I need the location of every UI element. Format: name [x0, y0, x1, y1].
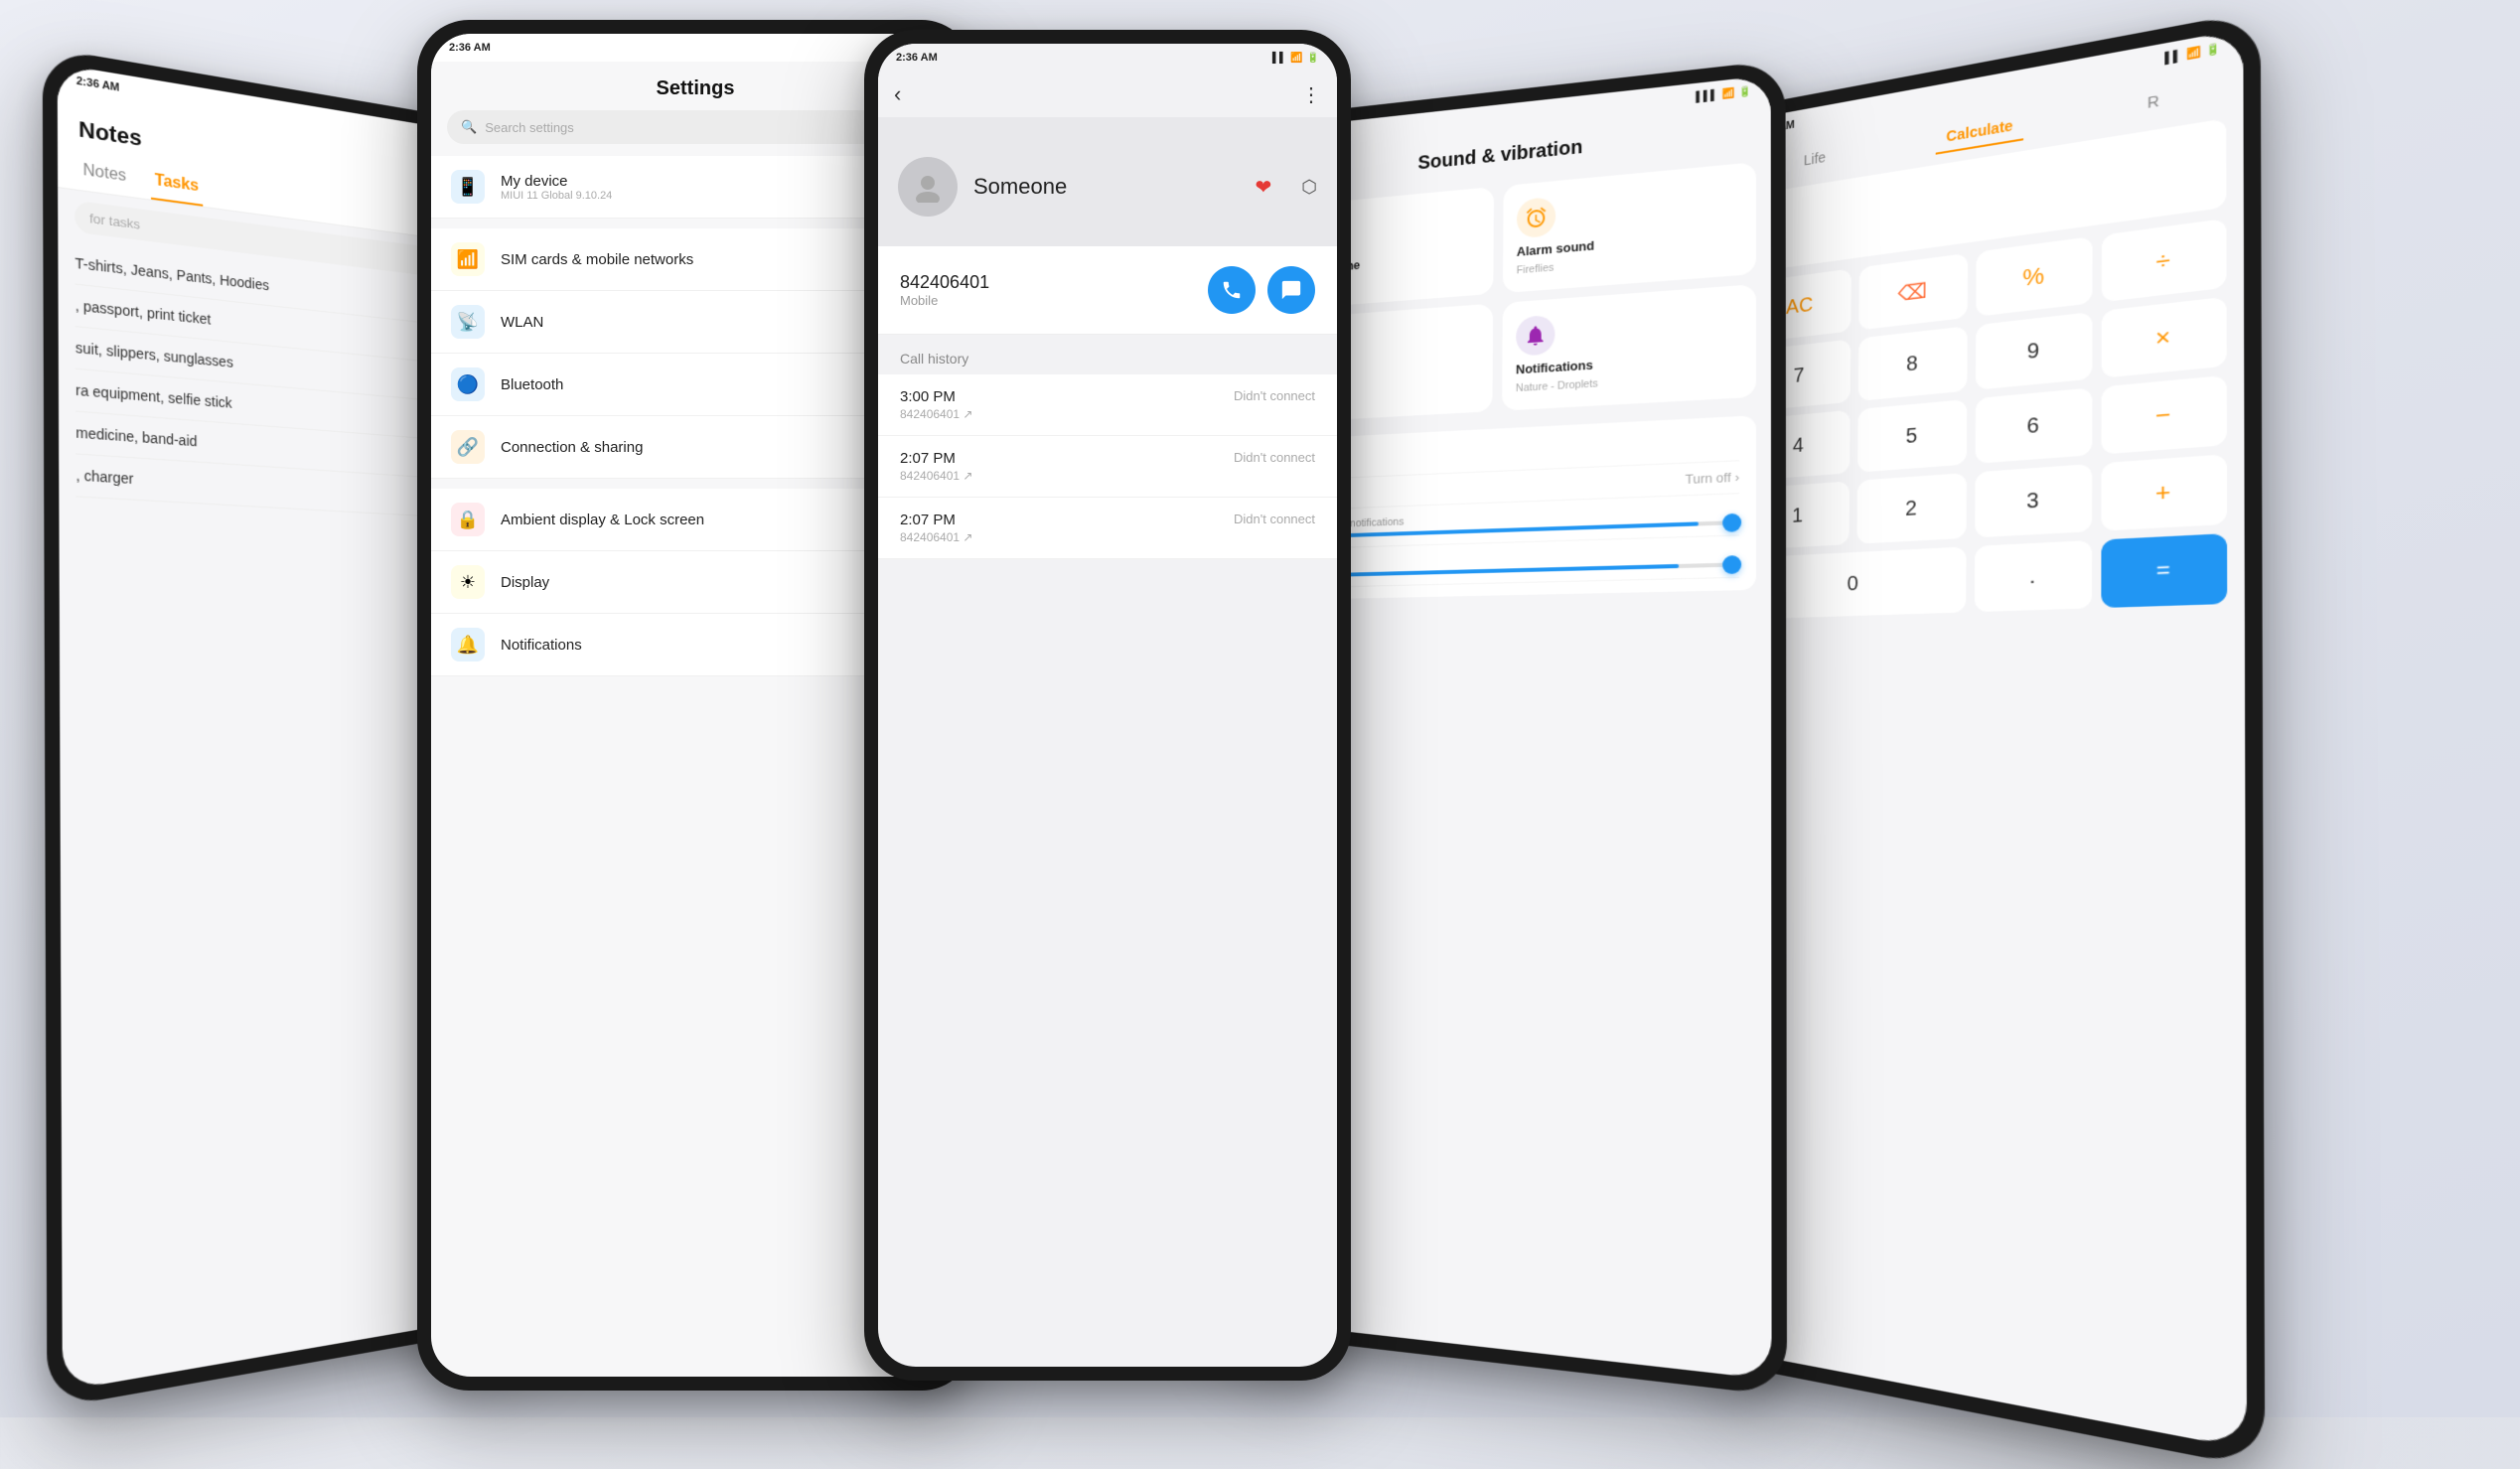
- call-history-item[interactable]: Didn't connect 2:07 PM 842406401 ↗: [878, 498, 1337, 559]
- call-num-1: 842406401 ↗: [900, 407, 1315, 421]
- mydevice-sub: MIUI 11 Global 9.10.24: [501, 190, 612, 202]
- alarm-icon: [1517, 197, 1556, 239]
- tab-r[interactable]: R: [2136, 83, 2171, 122]
- calc-percent[interactable]: %: [1976, 236, 2092, 317]
- call-action-buttons: [1208, 266, 1315, 314]
- phone-call-screen: 2:36 AM ▌▌ 📶 🔋 ‹ ⋮ Someone ❤ ⬡: [878, 44, 1337, 1367]
- signal-icon: ▌▌: [2164, 50, 2181, 65]
- time-call: 2:36 AM: [896, 52, 938, 64]
- bluetooth-label: Bluetooth: [501, 376, 563, 393]
- wlan-icon: 📡: [451, 305, 485, 339]
- call-history-item[interactable]: Didn't connect 3:00 PM 842406401 ↗: [878, 374, 1337, 436]
- wlan-label: WLAN: [501, 314, 543, 331]
- display-label: Display: [501, 574, 549, 591]
- call-contact-area: Someone ❤ ⬡: [878, 117, 1337, 246]
- connection-icon: 🔗: [451, 430, 485, 464]
- connection-label: Connection & sharing: [501, 439, 643, 456]
- calc-buttons: AC ⌫ % ÷ 7 8 9 × 4 5 6 − 1 2 3 + 0 . =: [1732, 217, 2245, 634]
- calc-multiply[interactable]: ×: [2102, 297, 2227, 378]
- calc-8[interactable]: 8: [1858, 326, 1968, 401]
- calc-equals[interactable]: =: [2101, 533, 2227, 608]
- calc-minus[interactable]: −: [2102, 375, 2227, 455]
- calc-backspace[interactable]: ⌫: [1858, 253, 1968, 331]
- battery-icon: 🔋: [2206, 43, 2221, 58]
- search-icon: 🔍: [461, 119, 477, 135]
- edit-contact-icon[interactable]: ⬡: [1301, 177, 1317, 198]
- wifi-icon: 📶: [2186, 46, 2201, 61]
- search-placeholder: Search settings: [485, 120, 574, 135]
- sim-icon: 📶: [451, 242, 485, 276]
- call-status-1: Didn't connect: [1234, 388, 1315, 403]
- sim-label: SIM cards & mobile networks: [501, 251, 693, 268]
- call-number-row: 842406401 Mobile: [878, 246, 1337, 335]
- signal-icon: ▌▌: [1272, 53, 1286, 64]
- wifi-icon: 📶: [1722, 87, 1735, 99]
- time-middle: 2:36 AM: [449, 42, 491, 54]
- ambient-icon: 🔒: [451, 503, 485, 536]
- sound-card-notifications[interactable]: Notifications Nature - Droplets: [1502, 284, 1756, 410]
- phone-call: 2:36 AM ▌▌ 📶 🔋 ‹ ⋮ Someone ❤ ⬡: [864, 30, 1351, 1381]
- call-num-2: 842406401 ↗: [900, 469, 1315, 483]
- wifi-icon: 📶: [1290, 53, 1302, 64]
- call-history-label: Call history: [878, 335, 1337, 374]
- status-icons-call: ▌▌ 📶 🔋: [1272, 53, 1319, 64]
- tab-life[interactable]: Life: [1794, 141, 1836, 178]
- ambient-label: Ambient display & Lock screen: [501, 512, 704, 528]
- call-status-3: Didn't connect: [1234, 512, 1315, 526]
- time-left: 2:36 AM: [76, 75, 120, 94]
- calc-6[interactable]: 6: [1976, 387, 2093, 464]
- calc-plus[interactable]: +: [2101, 454, 2227, 530]
- bluetooth-icon: 🔵: [451, 367, 485, 401]
- call-topbar: ‹ ⋮: [878, 72, 1337, 117]
- notifications-icon: 🔔: [451, 628, 485, 661]
- back-button[interactable]: ‹: [894, 81, 901, 107]
- call-number-info: 842406401 Mobile: [900, 272, 989, 308]
- contact-avatar: [898, 157, 958, 217]
- silent-value: Turn off ›: [1686, 469, 1740, 487]
- battery-icon: 🔋: [1307, 53, 1319, 64]
- calc-3[interactable]: 3: [1975, 464, 2092, 537]
- calc-9[interactable]: 9: [1976, 312, 2093, 390]
- calc-5[interactable]: 5: [1857, 399, 1967, 473]
- battery-icon: 🔋: [1739, 85, 1752, 97]
- notifications-label: Notifications: [501, 637, 582, 654]
- mydevice-label: My device MIUI 11 Global 9.10.24: [501, 173, 612, 202]
- calc-dot[interactable]: .: [1975, 540, 2092, 612]
- calls-volume-thumb[interactable]: [1722, 514, 1741, 532]
- call-button[interactable]: [1208, 266, 1256, 314]
- signal-icon: ▌▌▌: [1696, 89, 1717, 102]
- message-button[interactable]: [1267, 266, 1315, 314]
- phone-calc-screen: 2:36 AM ▌▌ 📶 🔋 Life Calculate R AC ⌫ % ÷…: [1724, 29, 2247, 1449]
- mydevice-icon: 📱: [451, 170, 485, 204]
- status-icons-calc: ▌▌ 📶 🔋: [2164, 43, 2221, 65]
- display-icon: ☀: [451, 565, 485, 599]
- phone-calc: 2:36 AM ▌▌ 📶 🔋 Life Calculate R AC ⌫ % ÷…: [1710, 10, 2265, 1469]
- alarm-volume-thumb[interactable]: [1722, 555, 1741, 574]
- phone-number: 842406401: [900, 272, 989, 293]
- sound-card-alarm[interactable]: Alarm sound Fireflies: [1503, 162, 1756, 293]
- tab-calculate[interactable]: Calculate: [1936, 109, 2024, 155]
- tab-notes[interactable]: Notes: [78, 153, 130, 197]
- calc-divide[interactable]: ÷: [2102, 219, 2227, 302]
- contact-name: Someone: [973, 174, 1067, 200]
- mydevice-title: My device: [501, 173, 612, 190]
- status-icons-sound: ▌▌▌ 📶 🔋: [1696, 85, 1751, 102]
- call-history-item[interactable]: Didn't connect 2:07 PM 842406401 ↗: [878, 436, 1337, 498]
- favorite-heart[interactable]: ❤: [1256, 175, 1272, 200]
- notifications-bell-icon: [1516, 315, 1555, 357]
- call-num-3: 842406401 ↗: [900, 530, 1315, 544]
- phone-type: Mobile: [900, 293, 989, 308]
- calc-2[interactable]: 2: [1857, 473, 1967, 544]
- call-status-2: Didn't connect: [1234, 450, 1315, 465]
- status-bar-call: 2:36 AM ▌▌ 📶 🔋: [878, 44, 1337, 72]
- more-button[interactable]: ⋮: [1301, 82, 1321, 107]
